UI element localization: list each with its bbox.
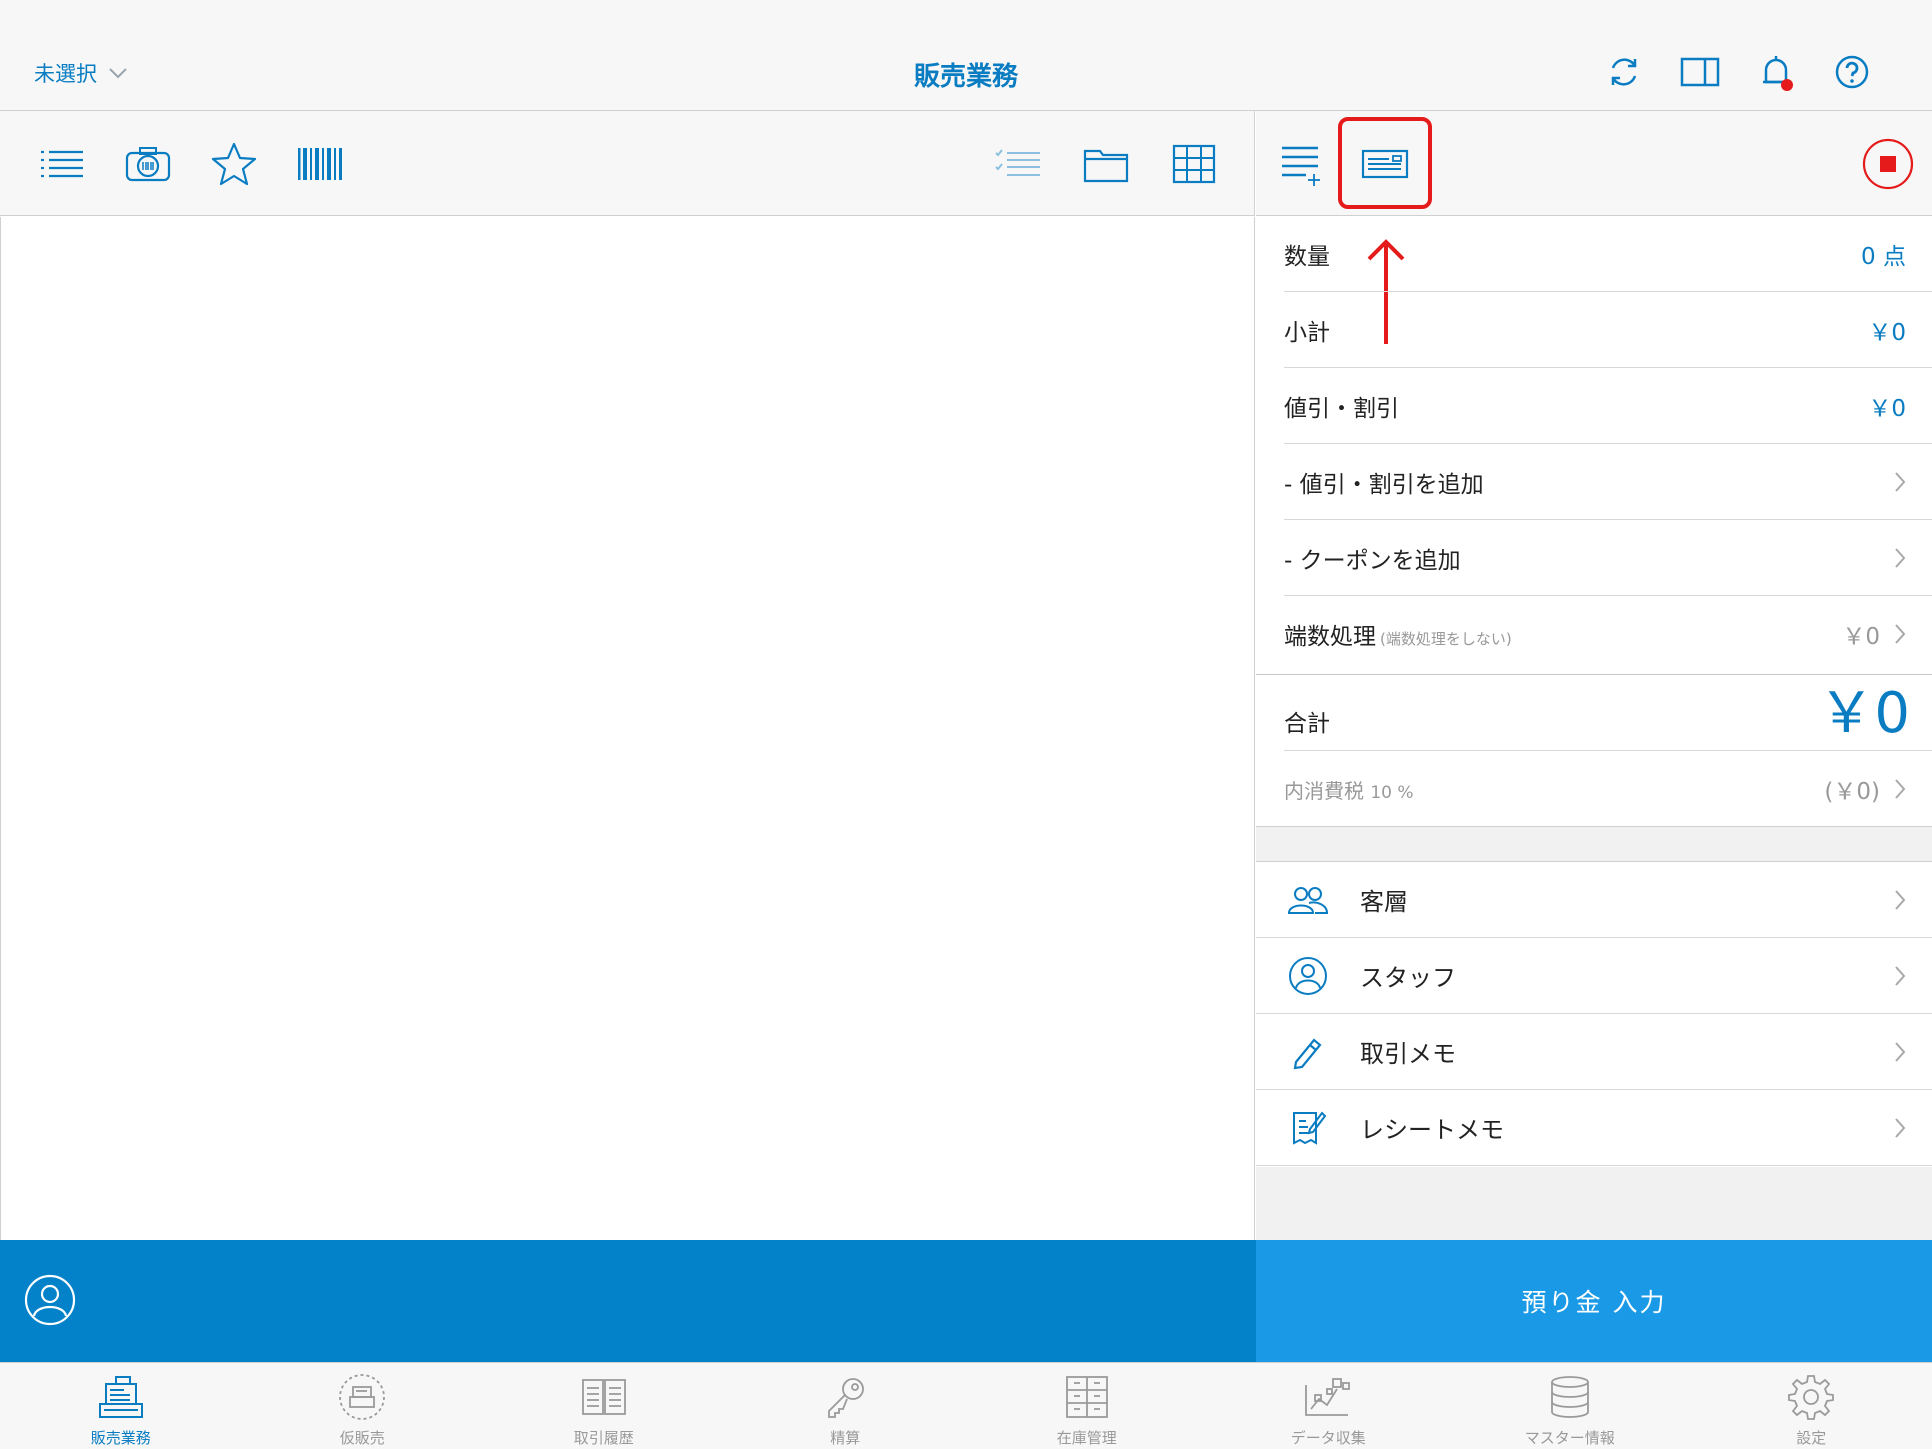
option-label: 取引メモ xyxy=(1360,1040,1456,1068)
rounding-row[interactable]: 端数処理 (端数処理をしない) ￥0 xyxy=(1256,596,1932,672)
subtotal-row: 小計 ￥0 xyxy=(1256,292,1932,368)
chevron-right-icon xyxy=(1894,623,1906,645)
subtotal-label: 小計 xyxy=(1284,320,1330,346)
tab-label: 精算 xyxy=(830,1429,861,1447)
customer-group-icon xyxy=(1286,878,1330,922)
quantity-row: 数量 0 点 xyxy=(1256,216,1932,292)
camera-scan-icon[interactable] xyxy=(124,140,172,188)
grid-view-icon[interactable] xyxy=(1170,140,1218,188)
pencil-icon xyxy=(1286,1030,1330,1074)
staff-icon xyxy=(1286,954,1330,998)
tab-label: 設定 xyxy=(1796,1429,1827,1447)
stop-icon[interactable] xyxy=(1862,138,1914,190)
help-icon[interactable] xyxy=(1832,52,1872,92)
add-discount-label: - 値引・割引を追加 xyxy=(1284,472,1484,498)
tab-history[interactable]: 取引履歴 xyxy=(483,1363,725,1449)
tab-master-info[interactable]: マスター情報 xyxy=(1449,1363,1691,1449)
rounding-label: 端数処理 xyxy=(1284,624,1376,650)
product-list-area xyxy=(0,217,1255,1240)
list-view-icon[interactable] xyxy=(38,140,86,188)
add-coupon-label: - クーポンを追加 xyxy=(1284,548,1461,574)
deposit-input-button[interactable]: 預り金 入力 xyxy=(1256,1240,1932,1362)
customer-bar[interactable] xyxy=(0,1240,1256,1362)
option-label: 客層 xyxy=(1360,888,1408,916)
total-row: 合計 ￥0 xyxy=(1256,674,1932,750)
chevron-right-icon xyxy=(1894,778,1906,800)
database-icon xyxy=(1544,1373,1596,1421)
tab-temp-sale[interactable]: 仮販売 xyxy=(242,1363,484,1449)
section-gap xyxy=(1256,826,1932,862)
register-icon xyxy=(95,1373,147,1421)
chevron-right-icon xyxy=(1894,547,1906,569)
add-discount-row[interactable]: - 値引・割引を追加 xyxy=(1256,444,1932,520)
receipt-memo-icon xyxy=(1286,1106,1330,1150)
empty-panel-fill xyxy=(1256,1167,1932,1240)
history-book-icon xyxy=(578,1373,630,1421)
tax-value: (￥0) xyxy=(1824,779,1880,805)
highlight-box xyxy=(1338,117,1432,209)
chevron-right-icon xyxy=(1894,889,1906,911)
tab-bar: 販売業務 仮販売 取引履歴 精算 在庫管理 データ収集 マスター情報 設定 xyxy=(0,1362,1932,1449)
customer-icon[interactable] xyxy=(24,1274,76,1326)
option-row-receipt-memo[interactable]: レシートメモ xyxy=(1256,1090,1932,1166)
tab-label: 仮販売 xyxy=(339,1429,385,1447)
gear-icon xyxy=(1785,1373,1837,1421)
bell-icon[interactable] xyxy=(1756,52,1796,92)
option-row-customer-group[interactable]: 客層 xyxy=(1256,862,1932,938)
tab-label: データ収集 xyxy=(1290,1429,1366,1447)
tax-label-group: 内消費税 10 % xyxy=(1284,775,1824,804)
rounding-label-group: 端数処理 (端数処理をしない) xyxy=(1284,617,1842,651)
tab-label: 販売業務 xyxy=(90,1429,151,1447)
total-label: 合計 xyxy=(1284,711,1330,737)
chevron-right-icon xyxy=(1894,1117,1906,1139)
tab-label: 在庫管理 xyxy=(1056,1429,1117,1447)
temp-sale-icon xyxy=(336,1373,388,1421)
quantity-value: 0 点 xyxy=(1861,244,1906,270)
tab-data-collection[interactable]: データ収集 xyxy=(1208,1363,1450,1449)
tax-label: 内消費税 xyxy=(1284,778,1364,803)
option-label: スタッフ xyxy=(1360,964,1456,992)
add-list-icon[interactable] xyxy=(1276,140,1324,188)
split-view-icon[interactable] xyxy=(1680,52,1720,92)
option-row-staff[interactable]: スタッフ xyxy=(1256,938,1932,1014)
discount-label: 値引・割引 xyxy=(1284,396,1399,422)
option-row-transaction-memo[interactable]: 取引メモ xyxy=(1256,1014,1932,1090)
tab-label: マスター情報 xyxy=(1524,1429,1615,1447)
total-value: ￥0 xyxy=(1818,681,1910,746)
product-toolbar xyxy=(0,111,1255,216)
data-collection-icon xyxy=(1302,1373,1354,1421)
sync-icon[interactable] xyxy=(1604,52,1644,92)
tab-label: 取引履歴 xyxy=(573,1429,634,1447)
rounding-note: (端数処理をしない) xyxy=(1380,630,1512,648)
tax-rate: 10 % xyxy=(1370,782,1414,803)
checklist-icon[interactable] xyxy=(994,140,1042,188)
chevron-right-icon xyxy=(1894,965,1906,987)
tax-row[interactable]: 内消費税 10 % (￥0) xyxy=(1256,751,1932,827)
tab-sales[interactable]: 販売業務 xyxy=(0,1363,242,1449)
subtotal-value: ￥0 xyxy=(1868,320,1906,346)
add-coupon-row[interactable]: - クーポンを追加 xyxy=(1256,520,1932,596)
option-label: レシートメモ xyxy=(1360,1116,1504,1144)
discount-value: ￥0 xyxy=(1868,396,1906,422)
folder-icon[interactable] xyxy=(1082,140,1130,188)
rounding-value: ￥0 xyxy=(1842,624,1880,650)
tab-inventory[interactable]: 在庫管理 xyxy=(966,1363,1208,1449)
key-icon xyxy=(819,1373,871,1421)
chevron-right-icon xyxy=(1894,1041,1906,1063)
chevron-right-icon xyxy=(1894,471,1906,493)
discount-row: 値引・割引 ￥0 xyxy=(1256,368,1932,444)
star-icon[interactable] xyxy=(210,140,258,188)
tab-settings[interactable]: 設定 xyxy=(1691,1363,1932,1449)
quantity-label: 数量 xyxy=(1284,244,1330,270)
inventory-icon xyxy=(1061,1373,1113,1421)
tab-settlement[interactable]: 精算 xyxy=(725,1363,967,1449)
barcode-icon[interactable] xyxy=(296,140,344,188)
